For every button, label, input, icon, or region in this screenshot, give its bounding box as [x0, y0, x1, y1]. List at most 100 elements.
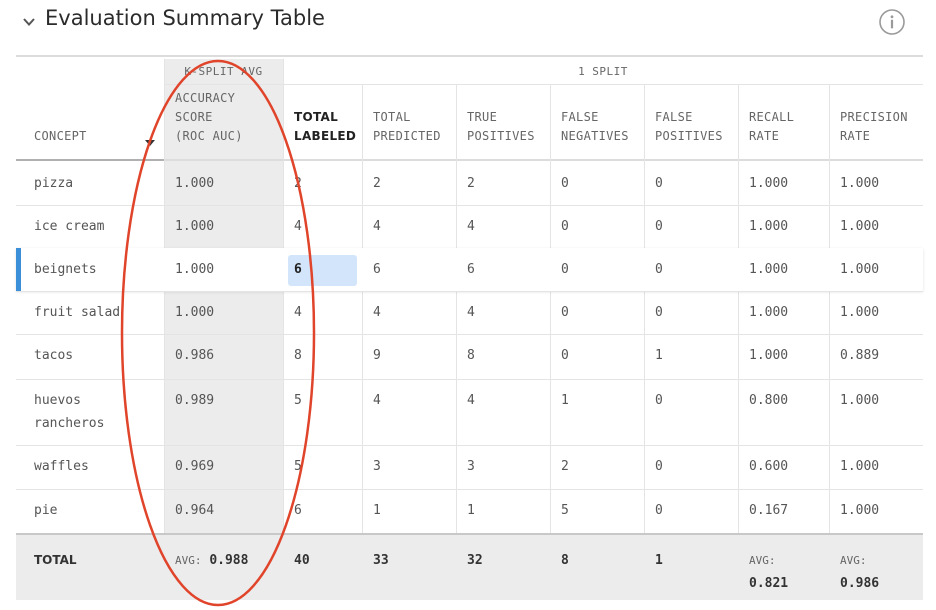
- table-cell: 4: [294, 219, 302, 234]
- concept-name[interactable]: pizza: [34, 172, 73, 195]
- table-cell: 1.000: [840, 176, 880, 191]
- column-header-2[interactable]: TOTAL LABELED: [294, 87, 360, 159]
- total-recall: AVG: 0.821: [749, 554, 789, 591]
- table-cell: 5: [561, 503, 569, 518]
- total-true-positives: 32: [467, 553, 483, 568]
- concept-name[interactable]: waffles: [34, 455, 89, 478]
- concept-name[interactable]: huevos rancheros: [34, 389, 104, 435]
- section-header: Evaluation Summary Table: [0, 0, 936, 56]
- table-cell: 0.800: [749, 393, 789, 408]
- table-cell: 1.000: [840, 393, 880, 408]
- table-cell: 4: [373, 393, 381, 408]
- sort-arrow-icon[interactable]: [145, 140, 155, 148]
- table-cell: 0: [561, 305, 569, 320]
- table-cell: 6: [294, 262, 302, 277]
- table-cell: 6: [294, 503, 302, 518]
- table-cell: 2: [467, 176, 475, 191]
- table-cell: 0: [655, 459, 663, 474]
- column-header-0[interactable]: CONCEPT: [34, 87, 162, 159]
- table-cell: 0: [655, 305, 663, 320]
- table-cell: 4: [373, 219, 381, 234]
- table-cell: 2: [561, 459, 569, 474]
- total-false-negatives: 8: [561, 553, 569, 568]
- concept-name[interactable]: pie: [34, 499, 57, 522]
- table-cell: 1.000: [749, 348, 789, 363]
- table-cell: 4: [467, 305, 475, 320]
- column-header-3[interactable]: TOTAL PREDICTED: [373, 87, 454, 159]
- column-header-1[interactable]: ACCURACY SCORE (ROC AUC): [175, 87, 281, 159]
- table-cell: 1.000: [175, 305, 215, 320]
- table-row[interactable]: [16, 379, 923, 445]
- table-cell: 0.989: [175, 393, 215, 408]
- concept-name[interactable]: beignets: [34, 258, 97, 281]
- table-cell: 1.000: [840, 262, 880, 277]
- total-predicted: 33: [373, 553, 389, 568]
- concept-name[interactable]: tacos: [34, 344, 73, 367]
- table-cell: 8: [467, 348, 475, 363]
- header-divider: [16, 55, 923, 57]
- group-header-divider: [164, 84, 923, 85]
- table-cell: 4: [467, 393, 475, 408]
- table-cell: 0.889: [840, 348, 880, 363]
- table-cell: 1: [373, 503, 381, 518]
- table-cell: 6: [467, 262, 475, 277]
- table-cell: 2: [373, 176, 381, 191]
- chevron-down-icon[interactable]: [22, 15, 36, 29]
- table-cell: 8: [294, 348, 302, 363]
- table-cell: 0: [561, 176, 569, 191]
- table-cell: 0: [655, 503, 663, 518]
- table-cell: 0: [561, 219, 569, 234]
- table-cell: 0.986: [175, 348, 215, 363]
- total-divider: [16, 533, 923, 535]
- table-cell: 0: [655, 262, 663, 277]
- section-title: Evaluation Summary Table: [45, 6, 325, 30]
- table-cell: 1.000: [749, 176, 789, 191]
- column-header-8[interactable]: PRECISION RATE: [840, 87, 921, 159]
- total-label: TOTAL: [34, 553, 77, 567]
- table-cell: 4: [467, 219, 475, 234]
- table-cell: 1.000: [175, 176, 215, 191]
- group-header-split: 1 SPLIT: [578, 65, 628, 78]
- table-cell: 0.600: [749, 459, 789, 474]
- table-cell: 1: [655, 348, 663, 363]
- total-labeled: 40: [294, 553, 310, 568]
- concept-header-underline: [16, 159, 164, 161]
- table-cell: 1.000: [840, 459, 880, 474]
- table-cell: 0.969: [175, 459, 215, 474]
- table-cell: 0.167: [749, 503, 789, 518]
- column-header-4[interactable]: TRUE POSITIVES: [467, 87, 548, 159]
- concept-name[interactable]: ice cream: [34, 215, 104, 238]
- table-cell: 0: [655, 393, 663, 408]
- column-header-6[interactable]: FALSE POSITIVES: [655, 87, 736, 159]
- table-cell: 9: [373, 348, 381, 363]
- table-cell: 5: [294, 393, 302, 408]
- table-cell: 1.000: [175, 219, 215, 234]
- table-cell: 4: [373, 305, 381, 320]
- top-left-divider: [283, 59, 284, 84]
- table-cell: 3: [373, 459, 381, 474]
- table-cell: 1.000: [749, 305, 789, 320]
- table-cell: 0: [655, 176, 663, 191]
- table-cell: 1.000: [749, 219, 789, 234]
- table-cell: 1.000: [840, 503, 880, 518]
- table-cell: 1.000: [175, 262, 215, 277]
- column-header-5[interactable]: FALSE NEGATIVES: [561, 87, 642, 159]
- table-cell: 2: [294, 176, 302, 191]
- table-cell: 1.000: [749, 262, 789, 277]
- total-accuracy: AVG: 0.988: [175, 553, 249, 568]
- info-icon[interactable]: [879, 9, 905, 35]
- table-cell: 1.000: [840, 219, 880, 234]
- group-header-kfold: K-SPLIT AVG: [184, 65, 263, 78]
- table-cell: 3: [467, 459, 475, 474]
- table-cell: 6: [373, 262, 381, 277]
- total-false-positives: 1: [655, 553, 663, 568]
- table-cell: 1.000: [840, 305, 880, 320]
- total-precision: AVG: 0.986: [840, 554, 880, 591]
- table-cell: 1: [467, 503, 475, 518]
- table-cell: 5: [294, 459, 302, 474]
- concept-name[interactable]: fruit salad: [34, 301, 120, 324]
- evaluation-summary-table: K-SPLIT AVG 1 SPLIT CONCEPT ACCURACY SCORE (R…: [16, 59, 923, 600]
- column-header-7[interactable]: RECALL RATE: [749, 87, 827, 159]
- table-cell: 4: [294, 305, 302, 320]
- table-cell: 0.964: [175, 503, 215, 518]
